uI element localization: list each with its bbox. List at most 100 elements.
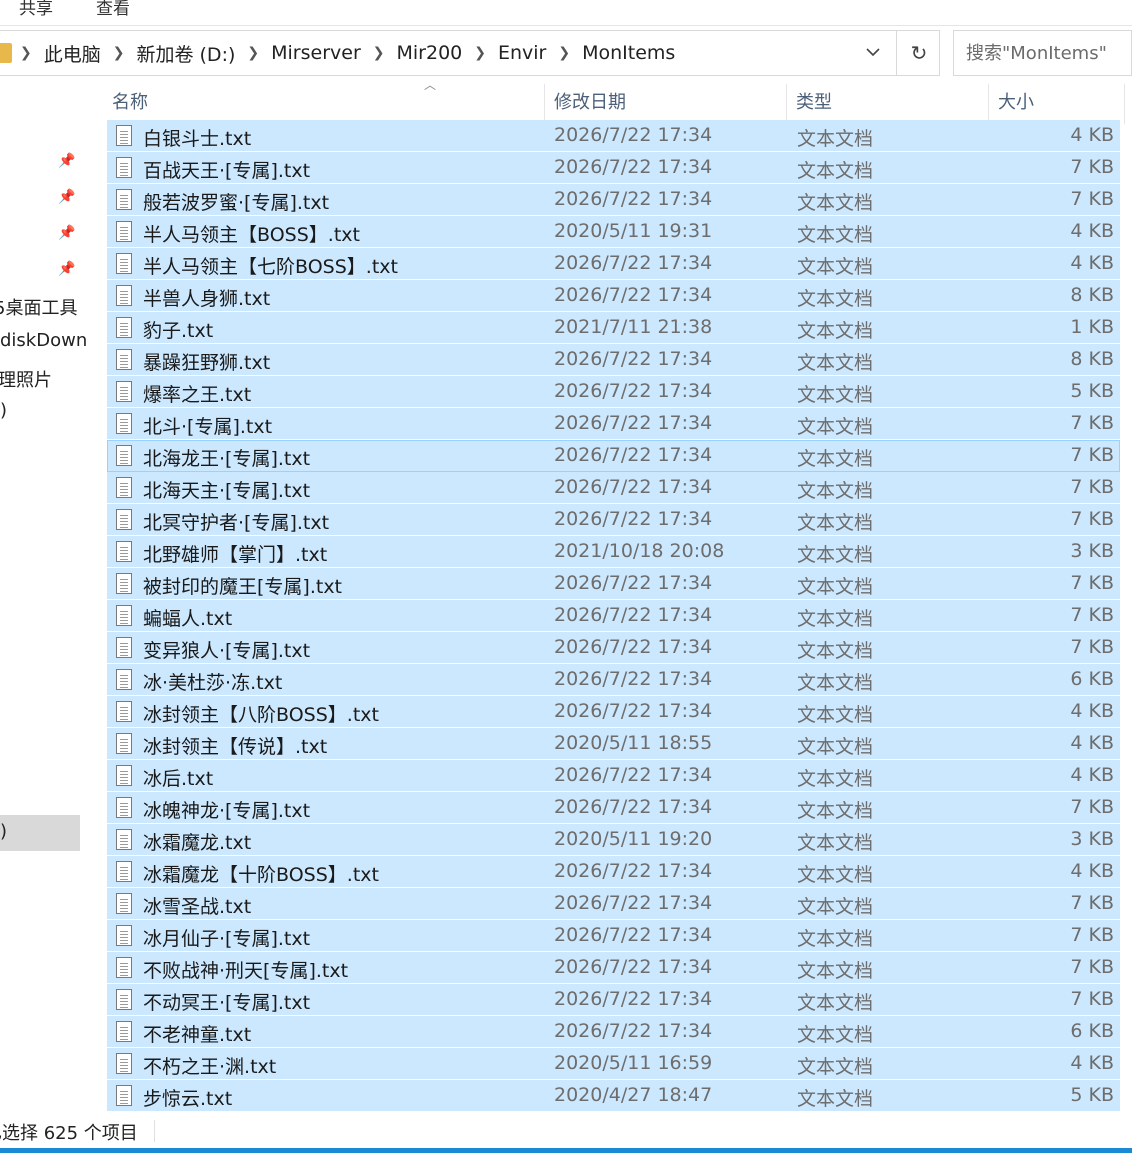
refresh-icon[interactable]: ↻ <box>905 38 933 68</box>
taskbar-edge <box>0 1148 1132 1153</box>
file-row[interactable]: 北海天主·[专属].txt 2026/7/22 17:34 文本文档 7 KB <box>107 472 1120 504</box>
file-row[interactable]: 不败战神·刑天[专属].txt 2026/7/22 17:34 文本文档 7 KB <box>107 952 1120 984</box>
file-type: 文本文档 <box>797 992 874 1014</box>
file-row[interactable]: 不老神童.txt 2026/7/22 17:34 文本文档 6 KB <box>107 1016 1120 1048</box>
chevron-right-icon[interactable]: ❯ <box>474 45 486 61</box>
breadcrumb-monitems[interactable]: MonItems <box>582 42 675 64</box>
file-type: 文本文档 <box>797 576 874 598</box>
column-divider[interactable] <box>786 84 787 124</box>
file-date: 2026/7/22 17:34 <box>554 636 713 658</box>
file-row[interactable]: 不朽之王·渊.txt 2020/5/11 16:59 文本文档 4 KB <box>107 1048 1120 1080</box>
file-row[interactable]: 被封印的魔王[专属].txt 2026/7/22 17:34 文本文档 7 KB <box>107 568 1120 600</box>
file-row[interactable]: 冰魄神龙·[专属].txt 2026/7/22 17:34 文本文档 7 KB <box>107 792 1120 824</box>
column-header-type[interactable]: 类型 <box>792 84 988 124</box>
breadcrumb-this-pc[interactable]: 此电脑 <box>44 40 101 67</box>
text-file-icon <box>116 829 132 850</box>
pin-icon[interactable]: 📌 <box>58 153 75 169</box>
nav-item-photos[interactable]: 理照片 <box>0 366 52 392</box>
file-size: 7 KB <box>1070 988 1114 1010</box>
file-date: 2026/7/22 17:34 <box>554 380 713 402</box>
file-size: 4 KB <box>1070 1052 1114 1074</box>
file-row[interactable]: 北斗·[专属].txt 2026/7/22 17:34 文本文档 7 KB <box>107 408 1120 440</box>
file-name: 冰封领主【传说】.txt <box>143 736 328 758</box>
text-file-icon <box>116 477 132 498</box>
file-row[interactable]: 暴躁狂野狮.txt 2026/7/22 17:34 文本文档 8 KB <box>107 344 1120 376</box>
text-file-icon <box>116 957 132 978</box>
chevron-right-icon[interactable]: ❯ <box>558 45 570 61</box>
file-size: 3 KB <box>1070 540 1114 562</box>
chevron-right-icon[interactable]: ❯ <box>247 45 259 61</box>
column-header-date[interactable]: 修改日期 <box>550 84 786 124</box>
file-row[interactable]: 百战天王·[专属].txt 2026/7/22 17:34 文本文档 7 KB <box>107 152 1120 184</box>
file-date: 2026/7/22 17:34 <box>554 700 713 722</box>
file-type: 文本文档 <box>797 288 874 310</box>
column-header-size[interactable]: 大小 <box>994 84 1124 124</box>
text-file-icon <box>116 733 132 754</box>
file-row[interactable]: 冰后.txt 2026/7/22 17:34 文本文档 4 KB <box>107 760 1120 792</box>
breadcrumb-mir200[interactable]: Mir200 <box>397 42 463 64</box>
file-size: 6 KB <box>1070 1020 1114 1042</box>
file-row[interactable]: 蝙蝠人.txt 2026/7/22 17:34 文本文档 7 KB <box>107 600 1120 632</box>
column-divider[interactable] <box>544 84 545 124</box>
file-row[interactable]: 冰霜魔龙.txt 2020/5/11 19:20 文本文档 3 KB <box>107 824 1120 856</box>
file-size: 4 KB <box>1070 700 1114 722</box>
file-size: 6 KB <box>1070 668 1114 690</box>
file-date: 2026/7/22 17:34 <box>554 124 713 146</box>
file-row[interactable]: 半人马领主【BOSS】.txt 2020/5/11 19:31 文本文档 4 KB <box>107 216 1120 248</box>
file-row[interactable]: 半兽人身狮.txt 2026/7/22 17:34 文本文档 8 KB <box>107 280 1120 312</box>
file-name: 北海天主·[专属].txt <box>143 480 311 502</box>
nav-item-desktop-tools[interactable]: 5桌面工具 <box>0 294 77 320</box>
file-row[interactable]: 冰封领主【八阶BOSS】.txt 2026/7/22 17:34 文本文档 4 KB <box>107 696 1120 728</box>
pin-icon[interactable]: 📌 <box>58 189 75 205</box>
column-divider[interactable] <box>1124 84 1125 124</box>
file-row[interactable]: 冰封领主【传说】.txt 2020/5/11 18:55 文本文档 4 KB <box>107 728 1120 760</box>
file-date: 2026/7/22 17:34 <box>554 156 713 178</box>
text-file-icon <box>116 541 132 562</box>
column-header-name[interactable]: 名称 <box>108 84 544 124</box>
breadcrumb: ❯ 此电脑 ❯ 新加卷 (D:) ❯ Mirserver ❯ Mir200 ❯ … <box>0 31 675 75</box>
file-row[interactable]: 半人马领主【七阶BOSS】.txt 2026/7/22 17:34 文本文档 4 KB <box>107 248 1120 280</box>
file-row[interactable]: 冰·美杜莎·冻.txt 2026/7/22 17:34 文本文档 6 KB <box>107 664 1120 696</box>
file-row[interactable]: 冰月仙子·[专属].txt 2026/7/22 17:34 文本文档 7 KB <box>107 920 1120 952</box>
breadcrumb-envir[interactable]: Envir <box>498 42 546 64</box>
chevron-right-icon[interactable]: ❯ <box>113 45 125 61</box>
nav-item-misc[interactable]: ) <box>0 400 7 421</box>
file-type: 文本文档 <box>797 672 874 694</box>
file-date: 2026/7/22 17:34 <box>554 892 713 914</box>
file-row[interactable]: 爆率之王.txt 2026/7/22 17:34 文本文档 5 KB <box>107 376 1120 408</box>
file-type: 文本文档 <box>797 480 874 502</box>
nav-item-diskdown[interactable]: diskDown <box>0 330 87 351</box>
file-row[interactable]: 冰雪圣战.txt 2026/7/22 17:34 文本文档 7 KB <box>107 888 1120 920</box>
file-row[interactable]: 豹子.txt 2021/7/11 21:38 文本文档 1 KB <box>107 312 1120 344</box>
file-row[interactable]: 步惊云.txt 2020/4/27 18:47 文本文档 5 KB <box>107 1080 1120 1112</box>
file-row[interactable]: 北海龙王·[专属].txt 2026/7/22 17:34 文本文档 7 KB <box>107 440 1120 472</box>
tab-view[interactable]: 查看 <box>96 0 130 19</box>
file-name: 冰月仙子·[专属].txt <box>143 928 311 950</box>
chevron-right-icon[interactable]: ❯ <box>373 45 385 61</box>
tab-share[interactable]: 共享 <box>19 0 53 19</box>
text-file-icon <box>116 605 132 626</box>
pin-icon[interactable]: 📌 <box>58 261 75 277</box>
file-size: 7 KB <box>1070 156 1114 178</box>
file-size: 7 KB <box>1070 412 1114 434</box>
file-row[interactable]: 北野雄师【掌门】.txt 2021/10/18 20:08 文本文档 3 KB <box>107 536 1120 568</box>
file-row[interactable]: 般若波罗蜜·[专属].txt 2026/7/22 17:34 文本文档 7 KB <box>107 184 1120 216</box>
chevron-down-icon[interactable] <box>860 41 886 65</box>
file-type: 文本文档 <box>797 768 874 790</box>
breadcrumb-drive-d[interactable]: 新加卷 (D:) <box>136 40 235 67</box>
file-row[interactable]: 白银斗士.txt 2026/7/22 17:34 文本文档 4 KB <box>107 120 1120 152</box>
file-row[interactable]: 不动冥王·[专属].txt 2026/7/22 17:34 文本文档 7 KB <box>107 984 1120 1016</box>
file-size: 4 KB <box>1070 732 1114 754</box>
chevron-right-icon[interactable]: ❯ <box>20 45 32 61</box>
file-row[interactable]: 冰霜魔龙【十阶BOSS】.txt 2026/7/22 17:34 文本文档 4 KB <box>107 856 1120 888</box>
address-bar[interactable]: ❯ 此电脑 ❯ 新加卷 (D:) ❯ Mirserver ❯ Mir200 ❯ … <box>0 30 940 76</box>
file-row[interactable]: 变异狼人·[专属].txt 2026/7/22 17:34 文本文档 7 KB <box>107 632 1120 664</box>
search-input[interactable] <box>954 31 1132 75</box>
nav-item-selected[interactable]: ) <box>0 815 80 851</box>
pin-icon[interactable]: 📌 <box>58 225 75 241</box>
breadcrumb-mirserver[interactable]: Mirserver <box>271 42 361 64</box>
search-box[interactable] <box>953 30 1132 76</box>
ribbon-tabs: 共享 查看 <box>0 0 1132 26</box>
file-row[interactable]: 北冥守护者·[专属].txt 2026/7/22 17:34 文本文档 7 KB <box>107 504 1120 536</box>
column-divider[interactable] <box>988 84 989 124</box>
